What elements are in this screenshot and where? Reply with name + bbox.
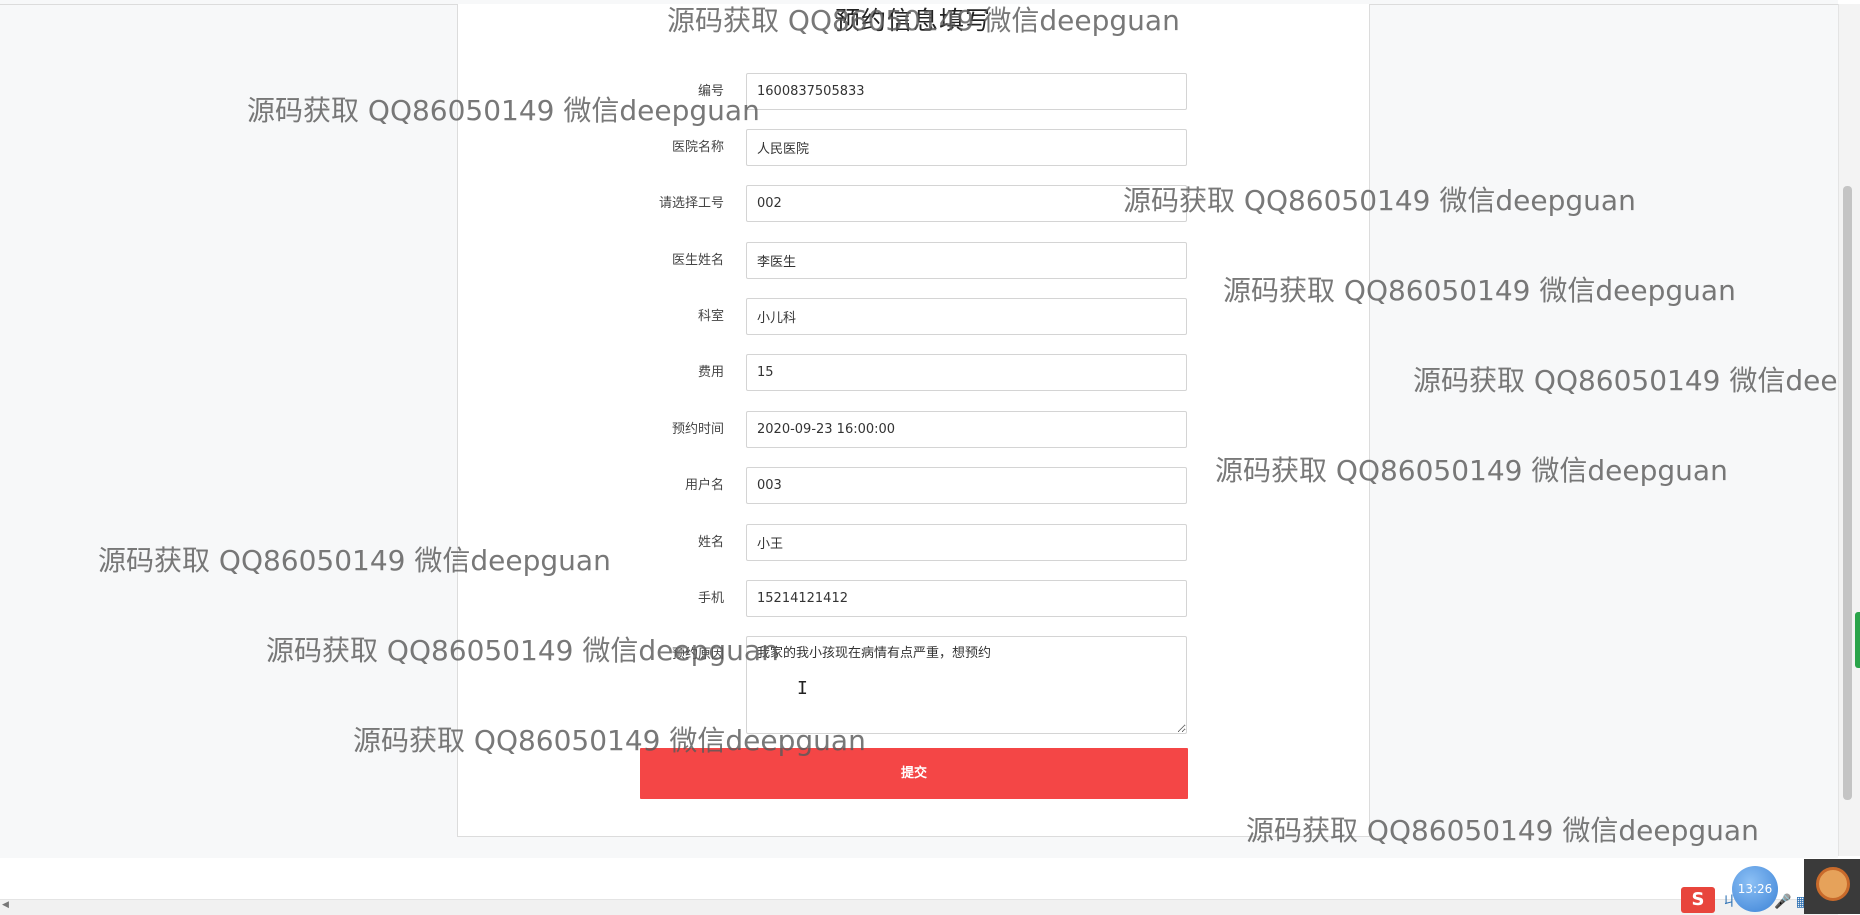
field-row-fee: 费用 <box>600 354 1188 391</box>
department-input[interactable] <box>746 298 1187 335</box>
appointment-time-input[interactable] <box>746 411 1187 448</box>
form-title: 预约信息填写 <box>834 6 991 35</box>
fee-input[interactable] <box>746 354 1187 391</box>
clock-badge: 13:26 <box>1732 866 1778 912</box>
phone-input[interactable] <box>746 580 1187 617</box>
field-label: 科室 <box>697 309 724 324</box>
scroll-left-arrow-icon[interactable]: ◀ <box>2 900 9 910</box>
field-row-hospital: 医院名称 <box>600 129 1188 166</box>
field-label: 请选择工号 <box>658 196 724 211</box>
field-row-staff-no: 请选择工号 <box>600 185 1188 222</box>
field-row-id: 编号 <box>600 73 1188 110</box>
field-row-doctor: 医生姓名 <box>600 242 1188 279</box>
field-label: 预约原因 <box>671 647 724 662</box>
text-cursor-icon: I <box>797 678 808 699</box>
side-widget-tab[interactable] <box>1855 612 1860 668</box>
staff-no-input[interactable] <box>746 185 1187 222</box>
horizontal-scrollbar[interactable] <box>0 899 1838 915</box>
field-label: 医院名称 <box>671 140 724 155</box>
submit-button[interactable]: 提交 <box>640 748 1188 799</box>
field-label: 费用 <box>697 365 724 380</box>
avatar[interactable] <box>1804 859 1860 914</box>
field-label: 医生姓名 <box>671 253 724 268</box>
field-label: 姓名 <box>697 535 724 550</box>
avatar-icon <box>1816 867 1850 901</box>
field-label: 编号 <box>697 84 724 99</box>
field-row-phone: 手机 <box>600 580 1188 617</box>
name-input[interactable] <box>746 524 1187 561</box>
field-label: 用户名 <box>684 478 724 493</box>
field-row-appointment-time: 预约时间 <box>600 411 1188 448</box>
field-row-name: 姓名 <box>600 524 1188 561</box>
vertical-scrollbar-thumb[interactable] <box>1843 186 1852 800</box>
field-row-username: 用户名 <box>600 467 1188 504</box>
hospital-name-input[interactable] <box>746 129 1187 166</box>
doctor-name-input[interactable] <box>746 242 1187 279</box>
field-row-department: 科室 <box>600 298 1188 335</box>
field-row-reason: 预约原因 我家的我小孩现在病情有点严重，想预约 <box>600 636 1188 734</box>
field-label: 手机 <box>697 591 724 606</box>
username-input[interactable] <box>746 467 1187 504</box>
id-input[interactable] <box>746 73 1187 110</box>
ime-s-icon[interactable]: S <box>1681 887 1715 913</box>
field-label: 预约时间 <box>671 422 724 437</box>
reason-textarea[interactable]: 我家的我小孩现在病情有点严重，想预约 <box>746 636 1187 734</box>
